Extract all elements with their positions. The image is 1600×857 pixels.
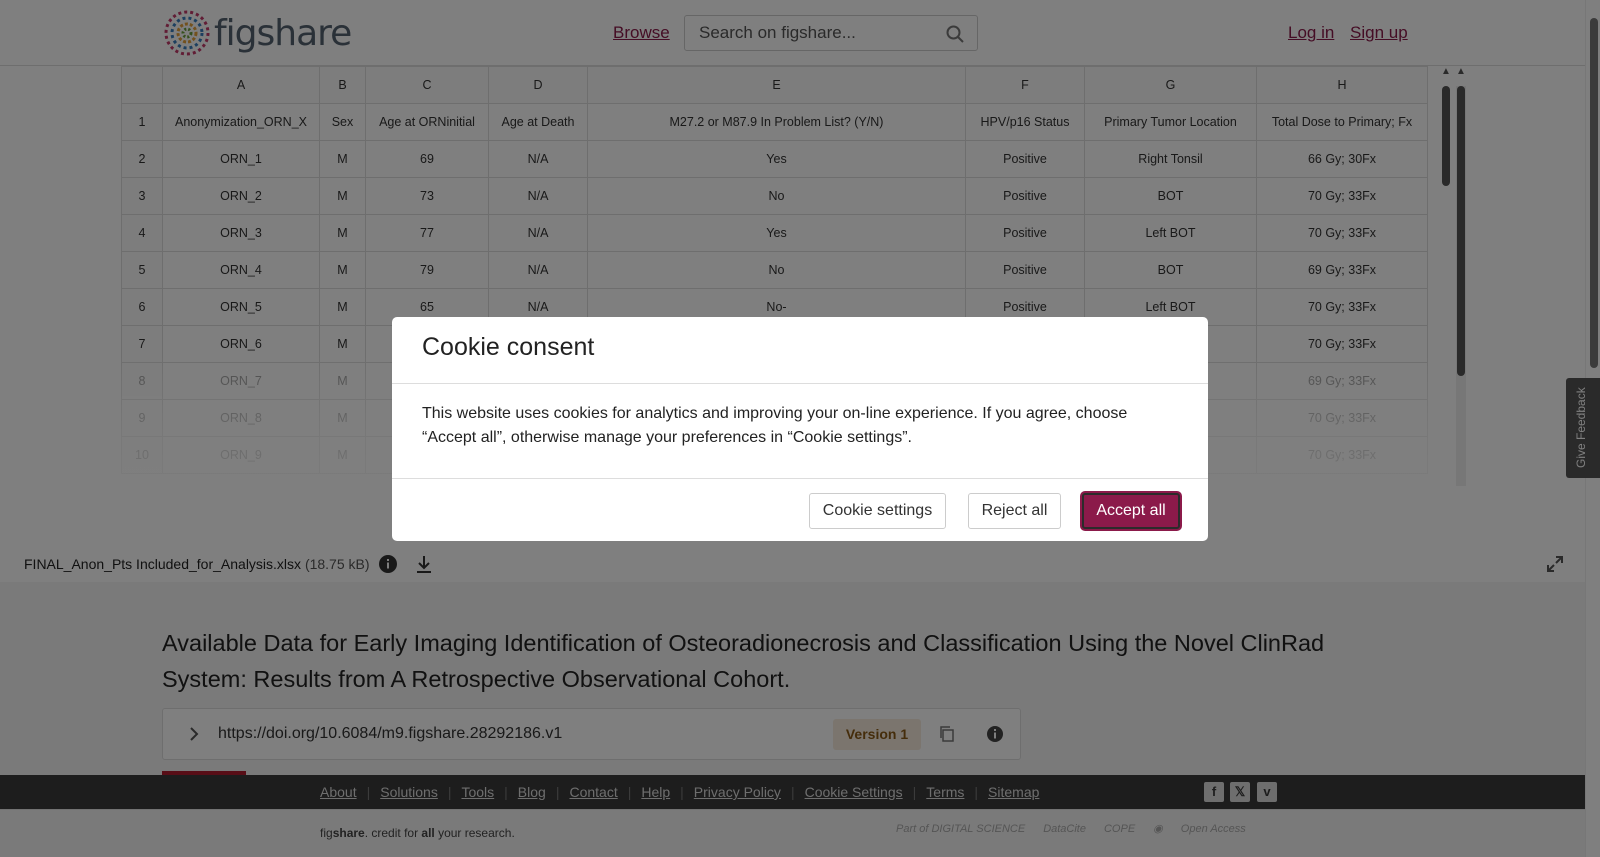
modal-title: Cookie consent bbox=[422, 333, 595, 361]
modal-body: This website uses cookies for analytics … bbox=[422, 405, 1128, 446]
reject-all-button[interactable]: Reject all bbox=[968, 493, 1061, 529]
accept-all-button[interactable]: Accept all bbox=[1082, 493, 1180, 529]
cookie-consent-dialog: Cookie consent This website uses cookies… bbox=[392, 317, 1208, 541]
cookie-settings-button[interactable]: Cookie settings bbox=[809, 493, 946, 529]
divider bbox=[392, 383, 1208, 384]
divider bbox=[392, 478, 1208, 479]
modal-backdrop: Cookie consent This website uses cookies… bbox=[0, 0, 1600, 857]
